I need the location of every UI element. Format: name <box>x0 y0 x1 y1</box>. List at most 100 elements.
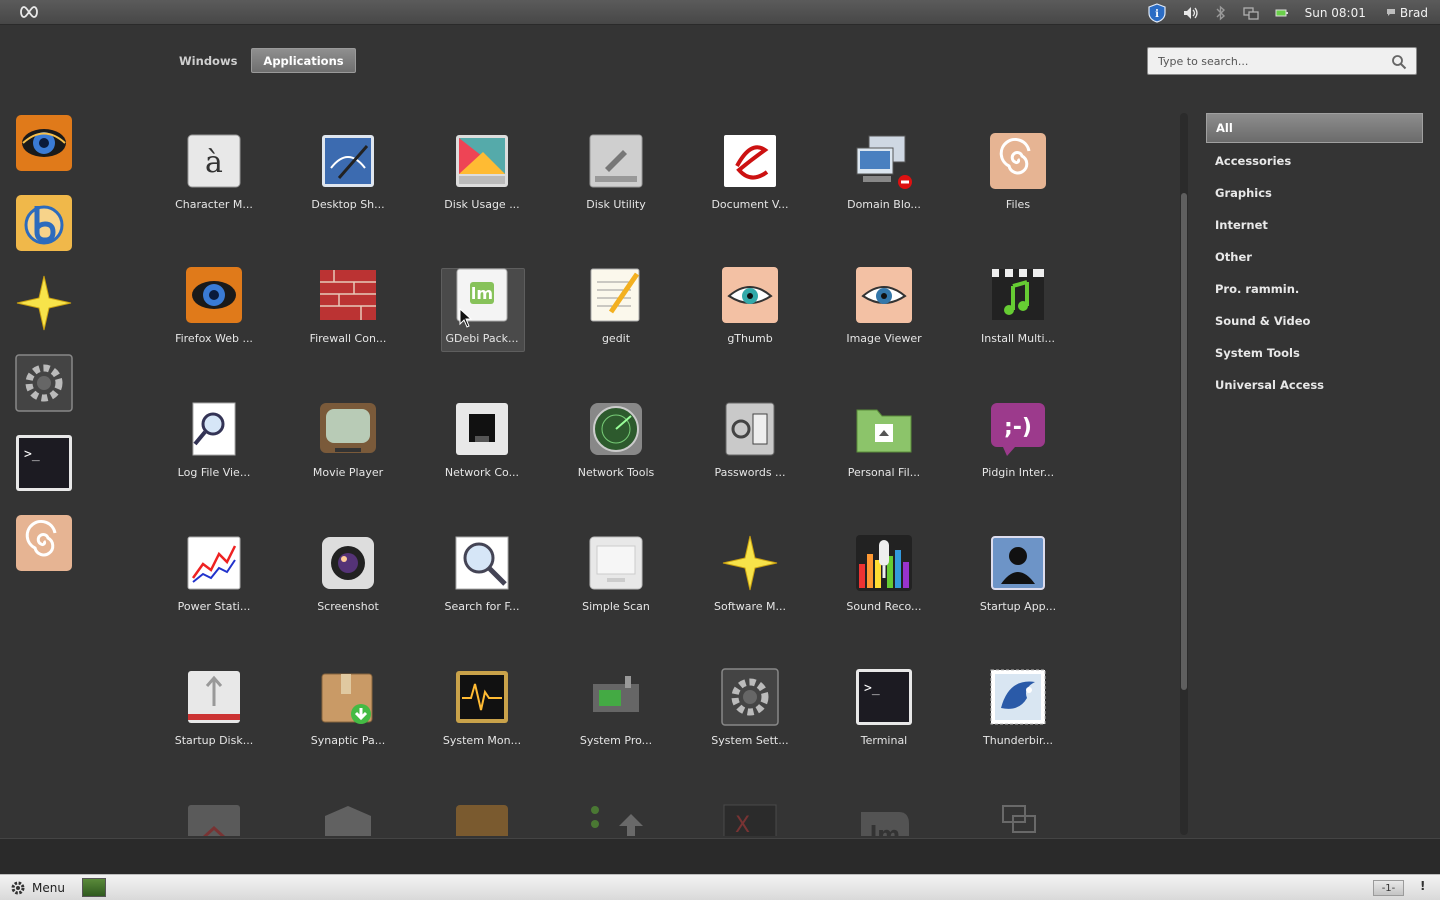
firefox-icon[interactable] <box>14 113 74 173</box>
app-launcher[interactable]: Passwords ... <box>683 396 817 530</box>
install-multimedia-icon <box>992 269 1044 320</box>
svg-text:lm: lm <box>471 284 493 303</box>
category-all[interactable]: All <box>1206 113 1423 143</box>
user-menu[interactable]: Brad <box>1386 6 1428 20</box>
software-manager-icon[interactable] <box>14 273 74 333</box>
app-launcher[interactable]: Network Co... <box>415 396 549 530</box>
sound-recorder-icon <box>856 535 912 591</box>
app-launcher[interactable]: Simple Scan <box>549 530 683 664</box>
system-profiler-icon <box>593 676 639 712</box>
app-launcher[interactable]: >_ Terminal <box>817 664 951 798</box>
app-launcher[interactable]: Search for F... <box>415 530 549 664</box>
app-launcher[interactable]: Network Tools <box>549 396 683 530</box>
category-universal-access[interactable]: Universal Access <box>1206 369 1423 401</box>
app-launcher[interactable]: Screenshot <box>281 530 415 664</box>
svg-text:X: X <box>735 813 750 836</box>
app-launcher[interactable]: Startup App... <box>951 530 1085 664</box>
app-label: gedit <box>601 332 631 345</box>
app-launcher[interactable] <box>147 798 281 836</box>
search-icon[interactable] <box>1391 54 1407 70</box>
system-settings-icon[interactable] <box>14 353 74 413</box>
update-shield-icon[interactable]: i <box>1147 0 1167 25</box>
category-system-tools[interactable]: System Tools <box>1206 337 1423 369</box>
volume-icon[interactable] <box>1183 0 1199 25</box>
tab-windows[interactable]: Windows <box>171 48 245 73</box>
app-label: Synaptic Pa... <box>310 734 386 747</box>
document-viewer-icon <box>724 135 776 187</box>
app-launcher[interactable]: Startup Disk... <box>147 664 281 798</box>
app-launcher[interactable]: Disk Utility <box>549 128 683 262</box>
clock[interactable]: Sun 08:01 <box>1305 6 1366 20</box>
app-launcher[interactable]: Log File Vie... <box>147 396 281 530</box>
bittorrent-icon[interactable] <box>14 193 74 253</box>
app-launcher[interactable]: Synaptic Pa... <box>281 664 415 798</box>
app-launcher[interactable]: Personal Fil... <box>817 396 951 530</box>
battery-icon[interactable] <box>1275 0 1289 25</box>
app-launcher[interactable]: Document V... <box>683 128 817 262</box>
app-launcher[interactable]: ;-) Pidgin Inter... <box>951 396 1085 530</box>
app-launcher[interactable]: Domain Blo... <box>817 128 951 262</box>
app-launcher[interactable]: gThumb <box>683 262 817 396</box>
app-launcher[interactable]: Desktop Sh... <box>281 128 415 262</box>
simple-scan-icon <box>589 536 643 590</box>
files-icon[interactable] <box>14 513 74 573</box>
search-input[interactable] <box>1148 48 1378 74</box>
app-launcher[interactable]: X <box>683 798 817 836</box>
terminal-icon: >_ <box>856 669 912 725</box>
terminal-icon[interactable]: >_ <box>14 433 74 493</box>
app-launcher[interactable]: Thunderbir... <box>951 664 1085 798</box>
search-files-icon <box>455 536 509 590</box>
app-launcher[interactable]: à Character M... <box>147 128 281 262</box>
infinity-icon[interactable] <box>18 4 40 20</box>
app-launcher[interactable]: Image Viewer <box>817 262 951 396</box>
desktop-sharing-icon <box>322 135 374 187</box>
app-launcher[interactable]: gedit <box>549 262 683 396</box>
app-launcher[interactable]: System Sett... <box>683 664 817 798</box>
app-launcher[interactable]: Power Stati... <box>147 530 281 664</box>
category-accessories[interactable]: Accessories <box>1206 145 1423 177</box>
app-launcher[interactable]: Files <box>951 128 1085 262</box>
app-launcher[interactable]: Firefox Web ... <box>147 262 281 396</box>
app-launcher[interactable]: Sound Reco... <box>817 530 951 664</box>
category-pro-rammin[interactable]: Pro. rammin. <box>1206 273 1423 305</box>
app-launcher[interactable]: Software M... <box>683 530 817 664</box>
app-launcher[interactable] <box>415 798 549 836</box>
scrollbar-thumb[interactable] <box>1181 193 1187 690</box>
disk-usage-icon <box>456 135 508 187</box>
app-label: Document V... <box>711 198 789 211</box>
app-label: Startup App... <box>979 600 1057 613</box>
window-list-area <box>0 838 1440 874</box>
bluetooth-icon[interactable] <box>1215 0 1227 25</box>
startup-disk-icon <box>188 671 240 723</box>
app-launcher[interactable]: lm <box>817 798 951 836</box>
app-label: gThumb <box>727 332 773 345</box>
show-desktop-button[interactable] <box>82 878 106 897</box>
firefox-icon <box>186 267 242 323</box>
app-launcher[interactable]: Install Multi... <box>951 262 1085 396</box>
app-launcher[interactable] <box>281 798 415 836</box>
app-label: Domain Blo... <box>847 198 921 211</box>
app-launcher[interactable] <box>951 798 1085 836</box>
grid-scrollbar[interactable] <box>1180 113 1188 835</box>
workspace-switcher[interactable]: -1- <box>1373 880 1404 896</box>
category-internet[interactable]: Internet <box>1206 209 1423 241</box>
category-sound-video[interactable]: Sound & Video <box>1206 305 1423 337</box>
app-launcher[interactable]: System Mon... <box>415 664 549 798</box>
app-launcher[interactable]: System Pro... <box>549 664 683 798</box>
app-launcher[interactable]: lm GDebi Pack... <box>415 262 549 396</box>
thunderbird-icon <box>990 669 1046 725</box>
app-launcher[interactable]: Firewall Con... <box>281 262 415 396</box>
app-launcher[interactable] <box>549 798 683 836</box>
app-label: Search for F... <box>444 600 520 613</box>
app-launcher[interactable]: Movie Player <box>281 396 415 530</box>
category-graphics[interactable]: Graphics <box>1206 177 1423 209</box>
category-other[interactable]: Other <box>1206 241 1423 273</box>
menu-button[interactable]: Menu <box>10 878 65 898</box>
network-icon[interactable] <box>1242 0 1259 25</box>
tab-applications[interactable]: Applications <box>251 48 356 73</box>
svg-text:>_: >_ <box>24 447 40 462</box>
gear-icon <box>11 881 25 895</box>
svg-text:à: à <box>205 145 223 180</box>
notification-indicator[interactable]: ! <box>1420 879 1425 893</box>
app-launcher[interactable]: Disk Usage ... <box>415 128 549 262</box>
